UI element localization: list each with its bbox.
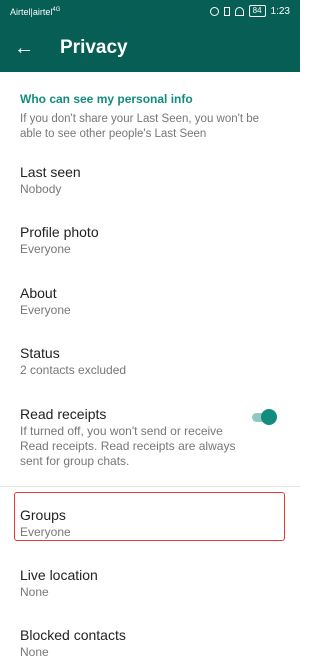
toggle-thumb bbox=[261, 409, 277, 425]
setting-label: Read receipts bbox=[20, 406, 107, 422]
setting-value: Nobody bbox=[20, 182, 62, 196]
wifi-icon bbox=[234, 6, 244, 16]
setting-label: Status bbox=[20, 345, 60, 361]
setting-value: Everyone bbox=[20, 242, 71, 256]
profile-photo-setting[interactable]: Profile photo Everyone bbox=[0, 220, 300, 264]
app-bar: ← Privacy bbox=[0, 24, 300, 72]
divider bbox=[0, 486, 300, 487]
about-setting[interactable]: About Everyone bbox=[0, 281, 300, 325]
setting-value: None bbox=[20, 585, 49, 599]
setting-label: About bbox=[20, 285, 57, 301]
live-location-setting[interactable]: Live location None bbox=[0, 563, 300, 607]
read-receipts-description: If turned off, you won't send or receive… bbox=[20, 424, 236, 468]
setting-label: Live location bbox=[20, 567, 98, 583]
section-description: If you don't share your Last Seen, you w… bbox=[20, 113, 260, 140]
clock: 1:23 bbox=[270, 5, 290, 17]
section-header: Who can see my personal info bbox=[20, 92, 193, 106]
setting-value: Everyone bbox=[20, 303, 71, 317]
setting-value: 2 contacts excluded bbox=[20, 363, 127, 377]
setting-label: Last seen bbox=[20, 164, 81, 180]
read-receipts-toggle[interactable] bbox=[250, 407, 278, 427]
setting-label: Profile photo bbox=[20, 224, 99, 240]
battery-icon: 84 bbox=[248, 5, 266, 17]
last-seen-setting[interactable]: Last seen Nobody bbox=[0, 160, 300, 204]
vibrate-icon bbox=[223, 6, 230, 16]
page-title: Privacy bbox=[60, 37, 128, 58]
setting-value: None bbox=[20, 645, 49, 659]
carrier-label: Airtel|airtel4G bbox=[10, 7, 61, 17]
back-arrow-icon[interactable]: ← bbox=[14, 36, 34, 60]
setting-label: Blocked contacts bbox=[20, 627, 126, 643]
status-setting[interactable]: Status 2 contacts excluded bbox=[0, 341, 300, 385]
status-bar: Airtel|airtel4G 84 1:23 bbox=[0, 0, 300, 24]
status-icons: 84 1:23 bbox=[209, 5, 290, 17]
highlight-box bbox=[14, 492, 285, 541]
alarm-icon bbox=[209, 6, 219, 16]
blocked-contacts-setting[interactable]: Blocked contacts None bbox=[0, 623, 300, 667]
